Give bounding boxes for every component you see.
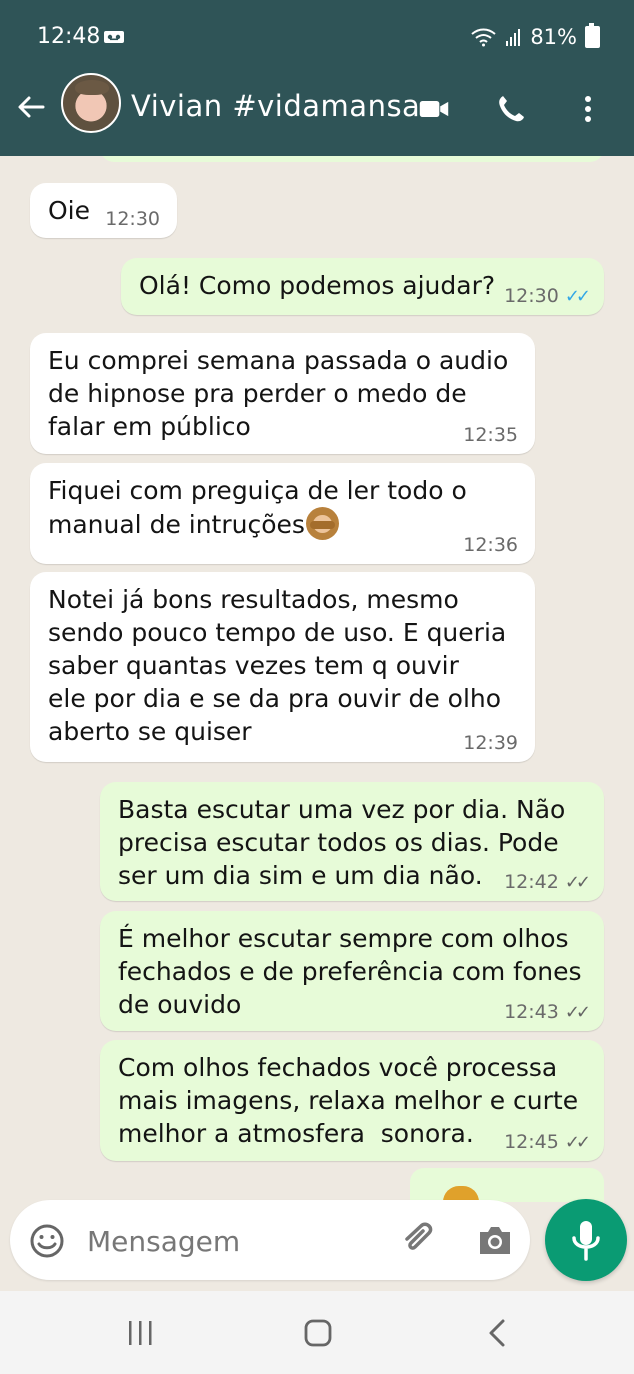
message-time: 12:39 [463, 732, 518, 754]
battery-icon [585, 23, 600, 48]
phone-icon[interactable] [495, 93, 527, 125]
message-incoming[interactable]: Eu comprei semana passada o audio de hip… [30, 333, 535, 454]
read-receipt-icon: ✓✓ [564, 286, 591, 307]
message-outgoing[interactable]: É melhor escutar sempre com olhos fechad… [100, 911, 604, 1031]
status-bar: 12:48 81% [0, 0, 634, 76]
avatar[interactable] [61, 73, 121, 133]
message-input[interactable] [85, 1217, 379, 1265]
battery-percentage: 81% [530, 25, 577, 49]
status-time: 12:48 [37, 24, 101, 49]
chat-header: Vivian #vidamansa [0, 73, 634, 156]
see-no-evil-monkey-icon [305, 507, 339, 540]
attach-icon[interactable] [399, 1222, 441, 1260]
recent-apps-icon[interactable] [124, 1316, 158, 1350]
delivered-receipt-icon: ✓✓ [564, 1132, 591, 1153]
header-actions [418, 93, 604, 125]
camera-icon[interactable] [476, 1224, 514, 1258]
back-arrow-icon[interactable] [16, 92, 46, 122]
message-composer [10, 1200, 530, 1280]
delivered-receipt-icon: ✓✓ [564, 1002, 591, 1023]
message-time: 12:30 [105, 208, 160, 230]
message-time: 12:43 ✓✓ [504, 1001, 591, 1023]
signal-icon [506, 29, 521, 46]
message-outgoing[interactable]: Olá! Como podemos ajudar? 12:30 ✓✓ [121, 258, 604, 315]
microphone-icon [572, 1221, 600, 1261]
message-time: 12:30 ✓✓ [504, 285, 591, 307]
message-outgoing[interactable]: Com olhos fechados você processa mais im… [100, 1040, 604, 1161]
message-incoming[interactable]: Oie 12:30 [30, 183, 177, 238]
voicemail-icon [104, 31, 124, 43]
message-incoming[interactable]: Notei já bons resultados, mesmo sendo po… [30, 572, 535, 762]
previous-message-edge [100, 156, 604, 162]
back-icon[interactable] [481, 1316, 515, 1350]
system-navigation-bar [0, 1291, 634, 1374]
message-time: 12:35 [463, 424, 518, 446]
delivered-receipt-icon: ✓✓ [564, 872, 591, 893]
emoji-icon[interactable] [29, 1223, 65, 1259]
message-incoming[interactable]: Fiquei com preguiça de ler todo o manual… [30, 463, 535, 564]
message-time: 12:42 ✓✓ [504, 871, 591, 893]
message-time: 12:36 [463, 534, 518, 556]
more-vertical-icon[interactable] [572, 93, 604, 125]
partial-message-edge [410, 1168, 604, 1202]
message-time: 12:45 ✓✓ [504, 1131, 591, 1153]
message-text: Notei já bons resultados, mesmo sendo po… [48, 585, 507, 746]
video-call-icon[interactable] [418, 93, 450, 125]
microphone-button[interactable] [545, 1199, 627, 1281]
message-text: Fiquei com preguiça de ler todo o manual… [48, 476, 467, 540]
contact-name[interactable]: Vivian #vidamansa [131, 89, 420, 123]
status-right: 81% [470, 23, 600, 49]
message-list: Oie 12:30 Olá! Como podemos ajudar? 12:3… [0, 156, 634, 1202]
message-text: Eu comprei semana passada o audio de hip… [48, 346, 509, 441]
message-outgoing[interactable]: Basta escutar uma vez por dia. Não preci… [100, 782, 604, 901]
wifi-icon [471, 28, 496, 47]
home-icon[interactable] [301, 1316, 335, 1350]
